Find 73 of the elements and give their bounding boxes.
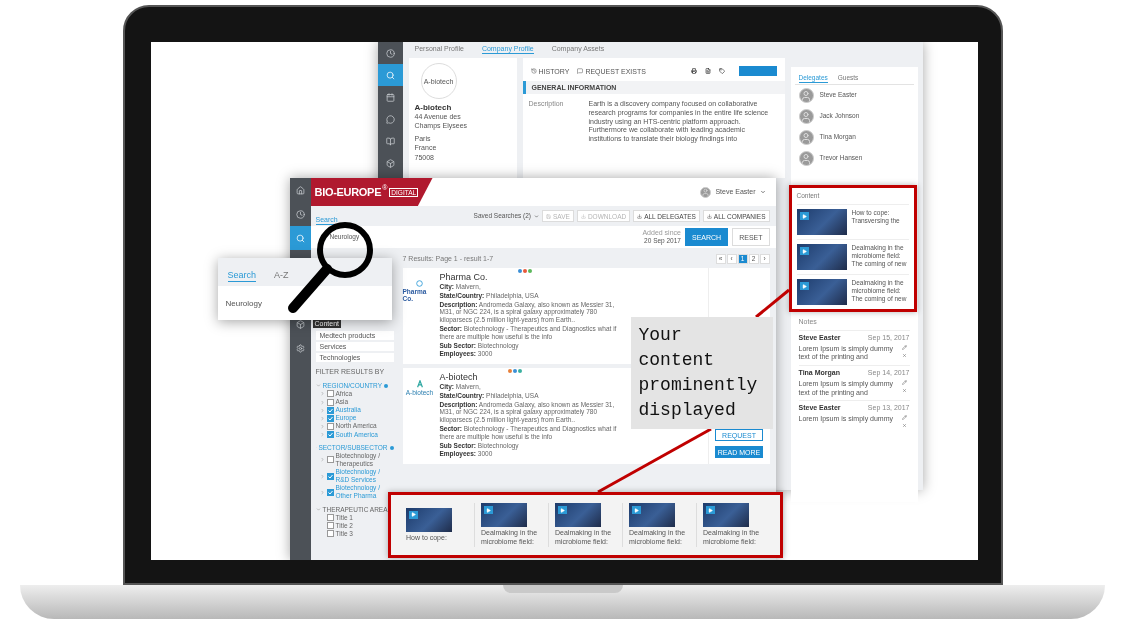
- close-icon[interactable]: [901, 387, 907, 393]
- tag-icon[interactable]: [718, 68, 725, 74]
- company-name: A-biotech: [414, 103, 453, 112]
- checkbox[interactable]: [326, 456, 334, 464]
- document-icon[interactable]: [704, 68, 711, 74]
- action-button[interactable]: [738, 66, 777, 76]
- close-icon[interactable]: [901, 352, 907, 358]
- video-thumbnail[interactable]: [555, 503, 601, 528]
- search-tab[interactable]: A-Z: [274, 270, 289, 282]
- home-icon: [295, 185, 305, 195]
- download-icon: [706, 213, 712, 219]
- play-icon: [799, 247, 809, 256]
- video-thumbnail[interactable]: [703, 503, 749, 528]
- checkbox[interactable]: [326, 422, 334, 430]
- caret-icon[interactable]: [759, 189, 766, 195]
- callout-text: Your content prominently displayed: [630, 317, 773, 429]
- edit-icon[interactable]: [901, 344, 907, 350]
- avatar: [798, 109, 814, 124]
- video-thumbnail[interactable]: [796, 244, 847, 271]
- book-icon: [385, 136, 395, 146]
- brand-name: BIO-EUROPE: [314, 186, 382, 198]
- play-icon: [409, 510, 418, 519]
- play-icon: [558, 506, 567, 515]
- play-icon: [484, 506, 493, 515]
- active-dot: [383, 383, 388, 388]
- checkbox[interactable]: [326, 390, 334, 398]
- molecule-icon: [415, 380, 424, 388]
- checkbox[interactable]: [326, 431, 334, 439]
- cube-icon: [295, 319, 305, 329]
- search-field[interactable]: Neurology: [217, 286, 392, 320]
- checkbox[interactable]: [326, 472, 334, 480]
- avatar: [798, 151, 814, 166]
- video-thumbnail[interactable]: [629, 503, 675, 528]
- checkbox[interactable]: [326, 530, 334, 538]
- video-thumbnail[interactable]: [796, 279, 847, 306]
- edit-icon[interactable]: [901, 379, 907, 385]
- video-thumbnail[interactable]: [406, 507, 452, 532]
- print-icon[interactable]: [690, 68, 697, 74]
- close-icon[interactable]: [901, 423, 907, 429]
- checkbox[interactable]: [326, 414, 334, 422]
- download-icon: [580, 213, 586, 219]
- save-icon: [546, 213, 552, 219]
- play-icon: [799, 212, 809, 221]
- checkbox[interactable]: [326, 488, 334, 496]
- checkbox[interactable]: [326, 514, 334, 522]
- avatar: [798, 130, 814, 145]
- chat-bubble-icon: [385, 114, 395, 124]
- play-icon: [632, 506, 641, 515]
- company-name[interactable]: A-biotech: [439, 372, 478, 382]
- clock-icon: [295, 209, 305, 219]
- checkbox[interactable]: [326, 406, 334, 414]
- video-thumbnail[interactable]: [481, 503, 527, 528]
- settings-icon: [295, 343, 305, 353]
- checkbox[interactable]: [326, 522, 334, 530]
- video-thumbnail[interactable]: [796, 209, 847, 236]
- caret-icon[interactable]: [534, 213, 540, 219]
- history-icon: [530, 68, 537, 74]
- cube-icon: [385, 158, 395, 168]
- play-icon: [799, 282, 809, 291]
- globe-icon: [416, 280, 423, 287]
- play-icon: [706, 506, 715, 515]
- checkbox[interactable]: [326, 398, 334, 406]
- clock-icon: [385, 48, 395, 58]
- avatar: [798, 88, 814, 103]
- active-dot: [389, 445, 394, 450]
- calendar-icon: [385, 92, 395, 102]
- search-icon: [385, 70, 395, 80]
- edit-icon[interactable]: [901, 415, 907, 421]
- avatar: [700, 186, 712, 198]
- message-icon: [577, 68, 584, 74]
- search-icon: [295, 233, 305, 243]
- company-name[interactable]: Pharma Co.: [439, 272, 488, 282]
- download-icon: [637, 213, 643, 219]
